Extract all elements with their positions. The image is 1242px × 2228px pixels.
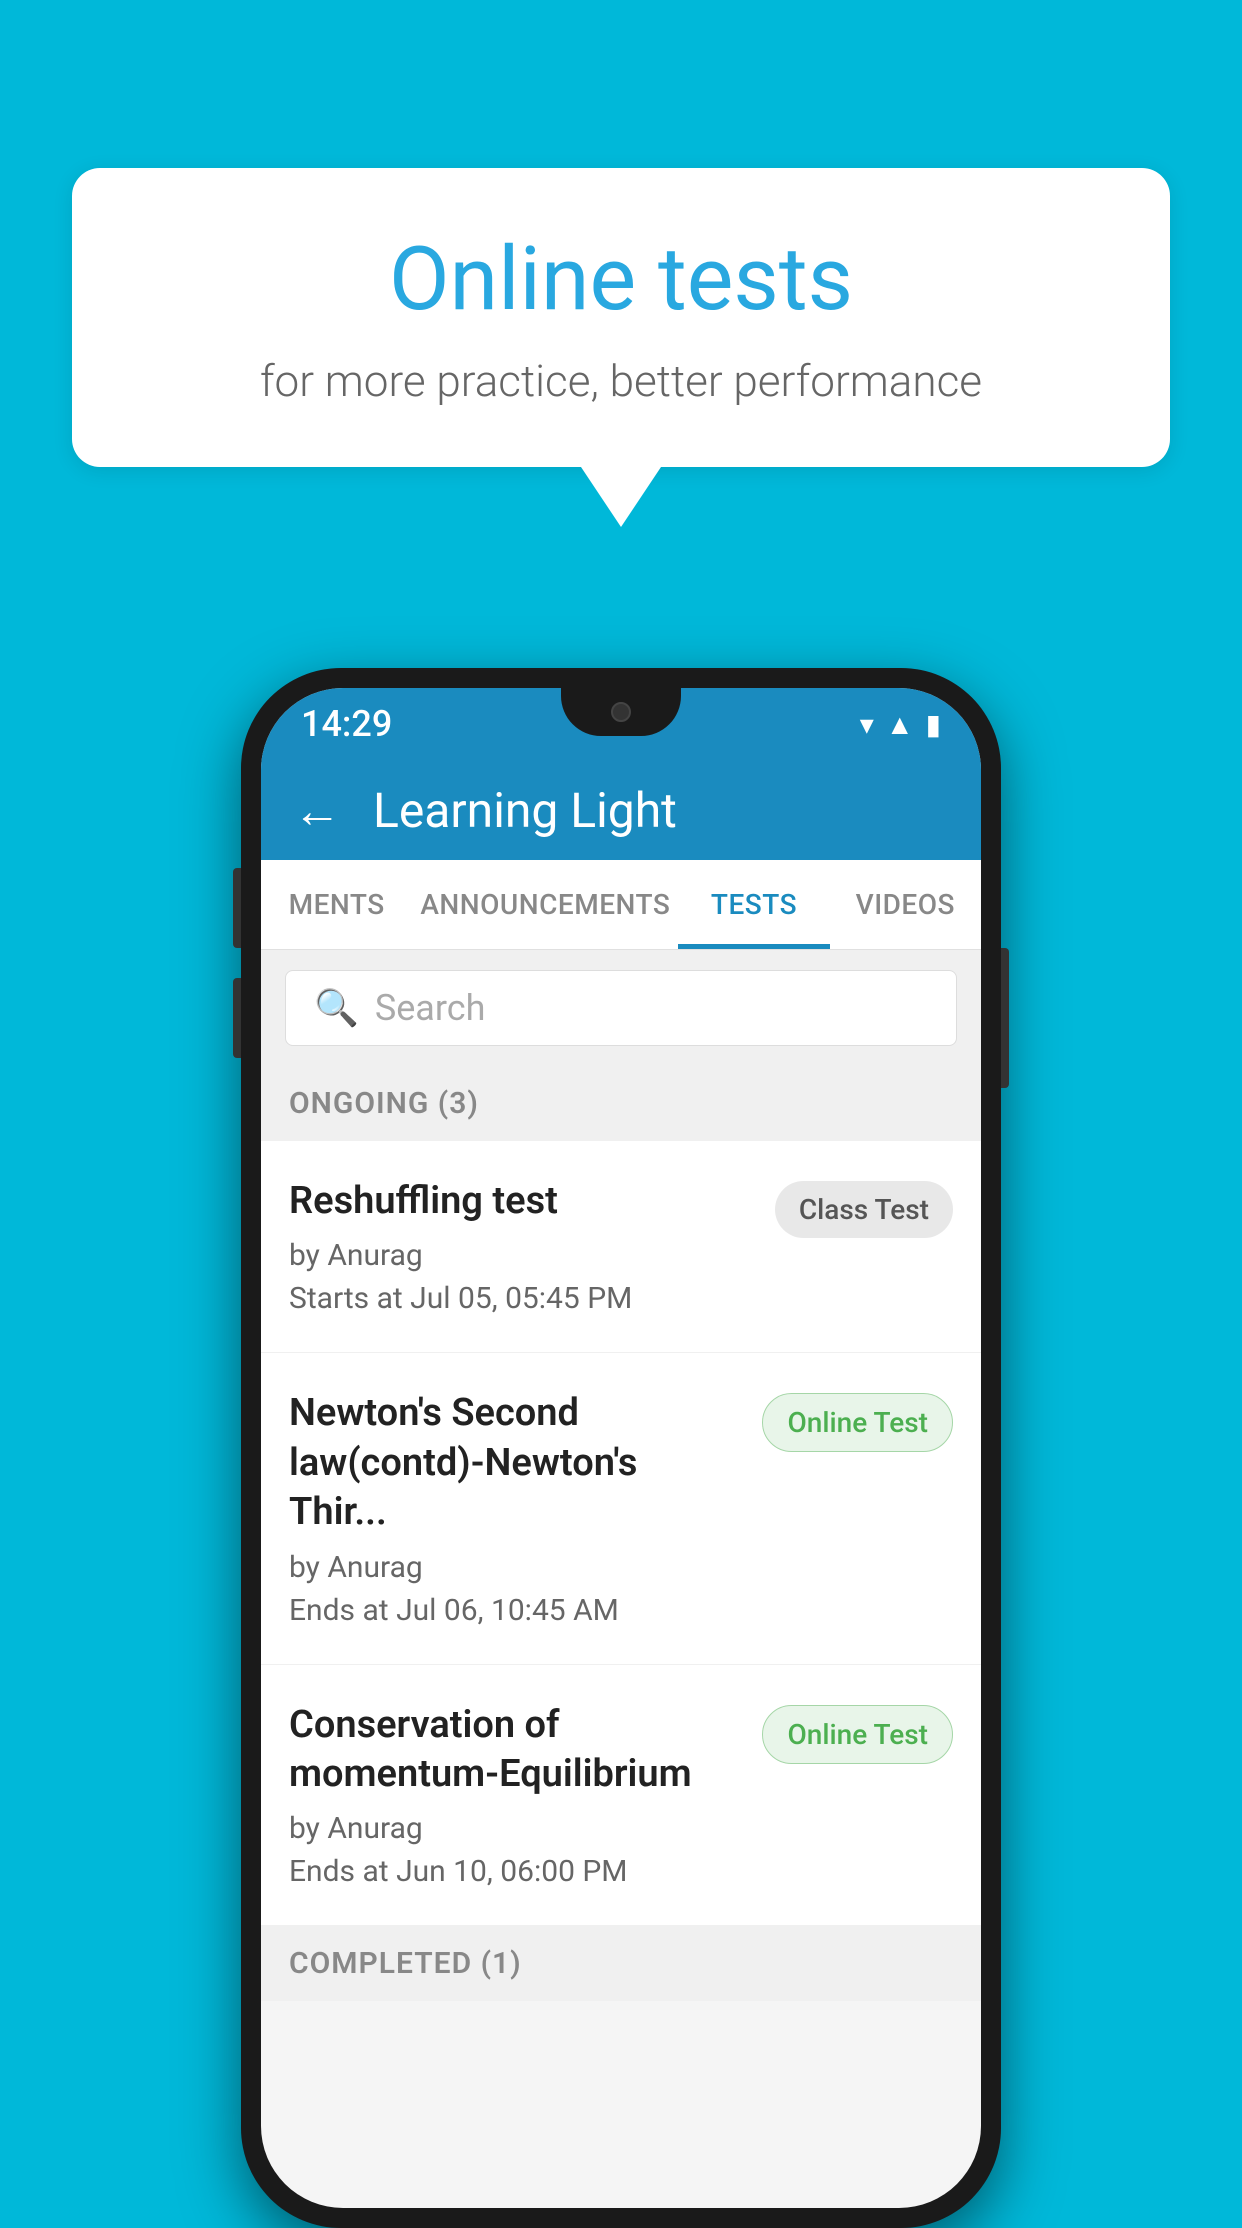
test-badge: Class Test [775,1181,953,1238]
notch [561,688,681,736]
test-info: Newton's Second law(contd)-Newton's Thir… [289,1389,742,1627]
status-icons: ▾ ▲ ▮ [860,708,941,741]
signal-icon: ▲ [886,708,914,741]
volume-down-button [233,978,241,1058]
test-author: by Anurag [289,1550,742,1585]
test-info: Reshuffling test by Anurag Starts at Jul… [289,1177,755,1316]
test-time: Ends at Jul 06, 10:45 AM [289,1593,742,1628]
promo-section: Online tests for more practice, better p… [72,168,1170,527]
promo-subtitle: for more practice, better performance [152,355,1090,407]
test-time: Starts at Jul 05, 05:45 PM [289,1281,755,1316]
test-name: Newton's Second law(contd)-Newton's Thir… [289,1389,742,1537]
completed-section-header: COMPLETED (1) [261,1926,981,2001]
test-author: by Anurag [289,1238,755,1273]
search-input[interactable]: Search [375,987,486,1029]
test-badge: Online Test [762,1705,953,1764]
speech-bubble: Online tests for more practice, better p… [72,168,1170,467]
search-container: 🔍 Search [261,950,981,1066]
status-time: 14:29 [301,703,392,745]
app-bar: ← Learning Light [261,760,981,860]
ongoing-section-header: ONGOING (3) [261,1066,981,1141]
test-author: by Anurag [289,1811,742,1846]
tab-videos[interactable]: VIDEOS [830,860,981,949]
test-info: Conservation of momentum-Equilibrium by … [289,1701,742,1890]
test-badge: Online Test [762,1393,953,1452]
speech-bubble-tail [581,467,661,527]
tabs-bar: MENTS ANNOUNCEMENTS TESTS VIDEOS [261,860,981,950]
promo-title: Online tests [152,228,1090,331]
phone-frame: 14:29 ▾ ▲ ▮ ← Learning Light MENTS ANNOU… [241,668,1001,2228]
phone-screen: 14:29 ▾ ▲ ▮ ← Learning Light MENTS ANNOU… [261,688,981,2208]
search-bar[interactable]: 🔍 Search [285,970,957,1046]
power-button [1001,948,1009,1088]
front-camera [611,702,631,722]
tab-tests[interactable]: TESTS [678,860,829,949]
test-time: Ends at Jun 10, 06:00 PM [289,1854,742,1889]
battery-icon: ▮ [926,708,941,741]
back-button[interactable]: ← [293,782,341,839]
status-bar: 14:29 ▾ ▲ ▮ [261,688,981,760]
volume-up-button [233,868,241,948]
tab-announcements[interactable]: ANNOUNCEMENTS [412,860,678,949]
test-item[interactable]: Conservation of momentum-Equilibrium by … [261,1665,981,1927]
tab-ments[interactable]: MENTS [261,860,412,949]
test-item[interactable]: Reshuffling test by Anurag Starts at Jul… [261,1141,981,1353]
test-list: Reshuffling test by Anurag Starts at Jul… [261,1141,981,1926]
test-name: Reshuffling test [289,1177,755,1226]
test-name: Conservation of momentum-Equilibrium [289,1701,742,1800]
wifi-icon: ▾ [860,708,874,741]
app-bar-title: Learning Light [373,782,677,839]
search-icon: 🔍 [314,987,359,1029]
test-item[interactable]: Newton's Second law(contd)-Newton's Thir… [261,1353,981,1664]
